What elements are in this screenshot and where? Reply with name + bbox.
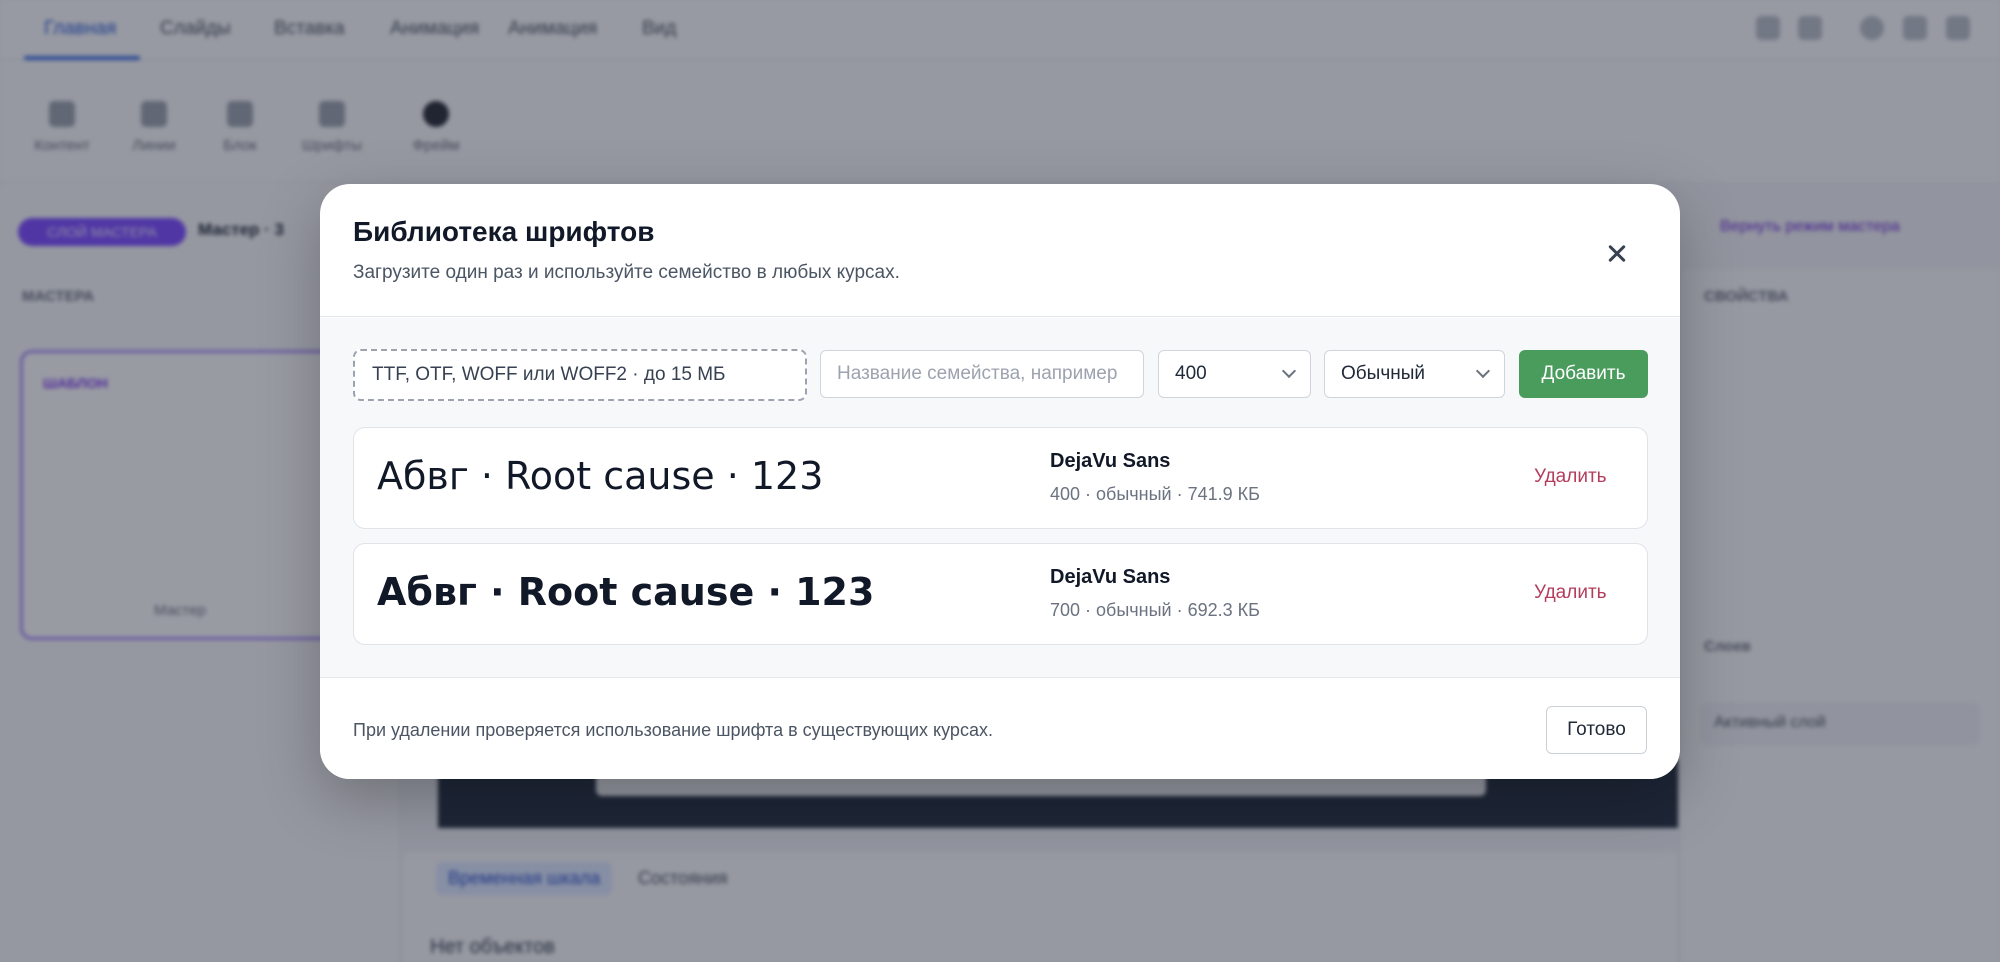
- font-preview-text: Абвг · Root cause · 123: [377, 570, 875, 614]
- dialog-subtitle: Загрузите один раз и используйте семейст…: [353, 262, 900, 283]
- font-card: Абвг · Root cause · 123 DejaVu Sans 700 …: [353, 543, 1648, 645]
- font-preview-text: Абвг · Root cause · 123: [377, 454, 824, 498]
- font-library-dialog: Библиотека шрифтов Загрузите один раз и …: [320, 184, 1680, 779]
- delete-font-button[interactable]: Удалить: [1534, 466, 1607, 488]
- chevron-down-icon: [1475, 363, 1491, 379]
- close-icon[interactable]: [1602, 238, 1632, 268]
- dialog-footer: При удалении проверяется использование ш…: [320, 677, 1680, 779]
- font-file-dropzone[interactable]: TTF, OTF, WOFF или WOFF2 · до 15 МБ: [353, 349, 807, 401]
- footer-note: При удалении проверяется использование ш…: [353, 720, 993, 740]
- font-meta: 400 · обычный · 741.9 КБ: [1050, 484, 1260, 504]
- delete-font-button[interactable]: Удалить: [1534, 582, 1607, 604]
- dialog-header: Библиотека шрифтов Загрузите один раз и …: [320, 184, 1680, 317]
- font-meta: 700 · обычный · 692.3 КБ: [1050, 600, 1260, 620]
- font-family-name: DejaVu Sans: [1050, 450, 1171, 472]
- add-font-button[interactable]: Добавить: [1519, 350, 1648, 398]
- style-select-value: Обычный: [1341, 363, 1425, 384]
- chevron-down-icon: [1281, 363, 1297, 379]
- family-name-input[interactable]: [820, 350, 1144, 398]
- font-family-name: DejaVu Sans: [1050, 566, 1171, 588]
- font-card: Абвг · Root cause · 123 DejaVu Sans 400 …: [353, 427, 1648, 529]
- style-select[interactable]: Обычный: [1324, 350, 1505, 398]
- done-button[interactable]: Готово: [1546, 706, 1647, 754]
- dialog-body: TTF, OTF, WOFF или WOFF2 · до 15 МБ 400 …: [320, 318, 1680, 677]
- weight-select-value: 400: [1175, 363, 1207, 384]
- weight-select[interactable]: 400: [1158, 350, 1311, 398]
- dialog-title: Библиотека шрифтов: [353, 216, 655, 247]
